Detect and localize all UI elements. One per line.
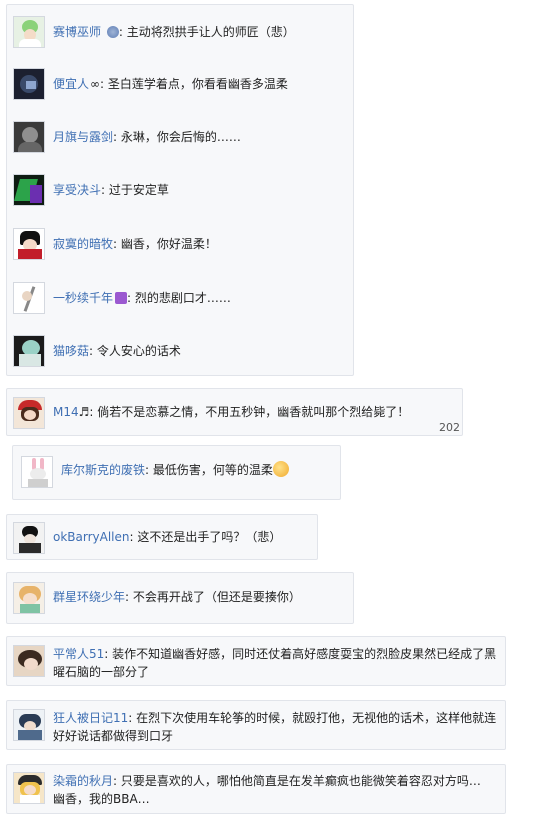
username[interactable]: okBarryAllen <box>53 530 130 544</box>
comment-text: 寂寞的暗牧: 幽香，你好温柔！ <box>53 237 217 251</box>
comment-body: 主动将烈拱手让人的师匠（悲） <box>126 25 295 39</box>
comment-body: 倘若不是恋慕之情，不用五秒钟，幽香就叫那个烈给毙了！ <box>97 405 410 419</box>
comment-text: 库尔斯克的废铁: 最低伤害，何等的温柔 <box>61 456 289 479</box>
comment-card: 库尔斯克的废铁: 最低伤害，何等的温柔 <box>12 445 341 500</box>
username[interactable]: 狂人被日记11 <box>53 711 128 725</box>
comment-body: 不会再开战了（但还是要揍你） <box>132 590 301 604</box>
comment-item: 赛博巫师 : 主动将烈拱手让人的师匠（悲） <box>13 13 343 51</box>
comment-body: 圣白莲学着点，你看看幽香多温柔 <box>107 77 288 91</box>
comment-text: M14♬: 倘若不是恋慕之情，不用五秒钟，幽香就叫那个烈给毙了！ <box>53 405 410 419</box>
comment-text: 享受决斗: 过于安定草 <box>53 183 169 197</box>
comment-card: 平常人51: 装作不知道幽香好感，同时还仗着高好感度耍宝的烈脸皮果然已经成了黑曜… <box>6 636 506 686</box>
username[interactable]: 库尔斯克的废铁 <box>61 463 145 477</box>
comment-body: 装作不知道幽香好感，同时还仗着高好感度耍宝的烈脸皮果然已经成了黑曜石脑的一部分了 <box>53 647 497 679</box>
avatar[interactable] <box>13 772 45 804</box>
comment-body: 令人安心的话术 <box>96 344 181 358</box>
username[interactable]: 享受决斗 <box>53 183 101 197</box>
music-note-icon: ♬ <box>78 405 90 419</box>
avatar[interactable] <box>13 335 45 367</box>
comment-line-2: 幽香，我的BBA… <box>53 792 150 806</box>
comment-text: 狂人被日记11: 在烈下次使用车轮筝的时候，就殴打他，无视他的话术，这样他就连好… <box>53 711 497 743</box>
avatar[interactable] <box>21 456 53 488</box>
comment-card: 染霜的秋月: 只要是喜欢的人，哪怕他简直是在发羊癫疯也能微笑着容忍对方吗… 幽香… <box>6 764 506 814</box>
globe-badge-icon <box>106 26 119 38</box>
comment-item: 一秒续千年: 烈的悲剧口才…… <box>13 279 343 317</box>
comment-item: 月旗与露剑: 永琳，你会后悔的…… <box>13 118 343 156</box>
comment-text: 一秒续千年: 烈的悲剧口才…… <box>53 291 231 305</box>
comment-card: 狂人被日记11: 在烈下次使用车轮筝的时候，就殴打他，无视他的话术，这样他就连好… <box>6 700 506 750</box>
comment-item: 享受决斗: 过于安定草 <box>13 171 343 209</box>
comment-body: 幽香，你好温柔！ <box>120 237 217 251</box>
comment-item: 猫哆菇: 令人安心的话术 <box>13 332 343 370</box>
comment-body: 过于安定草 <box>108 183 169 197</box>
comment-text: 赛博巫师 : 主动将烈拱手让人的师匠（悲） <box>53 25 295 39</box>
comment-item: 便宜人∞: 圣白莲学着点，你看看幽香多温柔 <box>13 65 343 103</box>
username[interactable]: 染霜的秋月 <box>53 774 113 788</box>
avatar[interactable] <box>13 397 45 429</box>
comment-text: 月旗与露剑: 永琳，你会后悔的…… <box>53 130 241 144</box>
avatar[interactable] <box>13 174 45 206</box>
comment-text: 便宜人∞: 圣白莲学着点，你看看幽香多温柔 <box>53 77 288 91</box>
infinity-badge-icon: ∞ <box>90 77 101 91</box>
comment-body: 这不还是出手了吗？（悲） <box>137 530 282 544</box>
username[interactable]: 寂寞的暗牧 <box>53 237 113 251</box>
comment-body: 永琳，你会后悔的…… <box>120 130 241 144</box>
avatar[interactable] <box>13 522 45 554</box>
avatar[interactable] <box>13 16 45 48</box>
comment-card: M14♬: 倘若不是恋慕之情，不用五秒钟，幽香就叫那个烈给毙了！ 202 <box>6 388 463 436</box>
comment-item: 寂寞的暗牧: 幽香，你好温柔！ <box>13 225 343 263</box>
comment-body: 最低伤害，何等的温柔 <box>152 463 273 477</box>
comment-card: okBarryAllen: 这不还是出手了吗？（悲） <box>6 514 318 560</box>
username[interactable]: M14 <box>53 405 79 419</box>
username[interactable]: 一秒续千年 <box>53 291 113 305</box>
comment-text: okBarryAllen: 这不还是出手了吗？（悲） <box>53 530 282 544</box>
avatar[interactable] <box>13 582 45 614</box>
avatar[interactable] <box>13 282 45 314</box>
purple-badge-icon <box>115 292 128 304</box>
username[interactable]: 赛博巫师 <box>53 25 101 39</box>
comment-card: 群星环绕少年: 不会再开战了（但还是要揍你） <box>6 572 354 624</box>
username[interactable]: 便宜人 <box>53 77 89 91</box>
avatar[interactable] <box>13 68 45 100</box>
comment-text: 群星环绕少年: 不会再开战了（但还是要揍你） <box>53 590 301 604</box>
comment-group: 赛博巫师 : 主动将烈拱手让人的师匠（悲） 便宜人∞: 圣白莲学着点，你看看幽香… <box>6 4 354 376</box>
avatar[interactable] <box>13 709 45 741</box>
username[interactable]: 群星环绕少年 <box>53 590 125 604</box>
timestamp: 202 <box>439 421 460 434</box>
username[interactable]: 平常人51 <box>53 647 104 661</box>
username[interactable]: 月旗与露剑 <box>53 130 113 144</box>
avatar[interactable] <box>13 645 45 677</box>
comment-text: 猫哆菇: 令人安心的话术 <box>53 344 181 358</box>
comment-line-1: 染霜的秋月: 只要是喜欢的人，哪怕他简直是在发羊癫疯也能微笑着容忍对方吗… <box>53 774 481 788</box>
smile-emoji-icon <box>272 461 289 477</box>
comment-body: 烈的悲剧口才…… <box>134 291 231 305</box>
comment-text: 平常人51: 装作不知道幽香好感，同时还仗着高好感度耍宝的烈脸皮果然已经成了黑曜… <box>53 647 497 679</box>
comment-text: 染霜的秋月: 只要是喜欢的人，哪怕他简直是在发羊癫疯也能微笑着容忍对方吗… 幽香… <box>53 772 505 808</box>
avatar[interactable] <box>13 228 45 260</box>
avatar[interactable] <box>13 121 45 153</box>
comment-body: 只要是喜欢的人，哪怕他简直是在发羊癫疯也能微笑着容忍对方吗… <box>120 774 481 788</box>
username[interactable]: 猫哆菇 <box>53 344 89 358</box>
